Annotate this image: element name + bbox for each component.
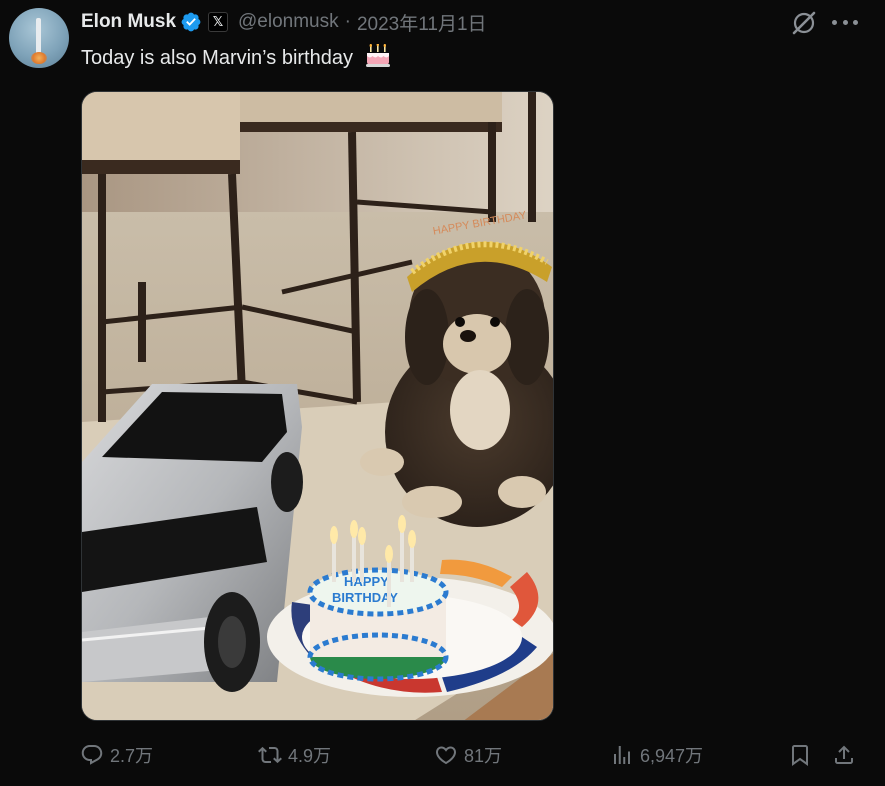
reply-button[interactable]: 2.7万	[80, 738, 153, 772]
author-avatar[interactable]	[9, 8, 69, 68]
tweet-text-content: Today is also Marvin’s birthday	[81, 47, 353, 69]
more-dot	[842, 19, 848, 25]
rocket-shape	[36, 18, 41, 54]
bookmark-button[interactable]	[788, 738, 812, 772]
heart-icon	[435, 746, 457, 765]
views-icon	[614, 746, 630, 764]
photo-scene: HAPPY BIRTHDAY HAPPY BIRTHDAY	[82, 92, 553, 720]
more-dot	[853, 19, 858, 25]
retweet-icon	[258, 746, 282, 764]
retweet-count: 4.9万	[288, 746, 332, 766]
table-edge-left	[82, 160, 240, 174]
verified-badge-icon[interactable]	[180, 11, 202, 33]
tweet-photo[interactable]: HAPPY BIRTHDAY HAPPY BIRTHDAY	[81, 91, 554, 721]
views-button[interactable]: 6,947万	[610, 738, 703, 772]
cake-lettering-line1: HAPPY	[344, 574, 389, 589]
header-separator: ·	[344, 11, 351, 32]
x-logo-icon[interactable]: 𝕏	[208, 12, 229, 32]
bookmark-icon	[792, 745, 808, 766]
tweet-date[interactable]: 2023年11月1日	[357, 9, 487, 36]
like-button[interactable]: 81万	[434, 738, 502, 772]
views-count: 6,947万	[640, 746, 704, 766]
more-icon[interactable]	[832, 10, 858, 34]
like-count: 81万	[464, 746, 503, 766]
rocket-flame-shape	[31, 52, 47, 64]
birthday-cake: HAPPY BIRTHDAY	[307, 567, 449, 682]
more-dot	[832, 19, 837, 25]
tweet-header: Elon Musk 𝕏 @elonmusk · 2023年11月1日	[81, 9, 487, 36]
author-handle[interactable]: @elonmusk	[238, 11, 339, 33]
retweet-button[interactable]: 4.9万	[258, 738, 331, 772]
share-button[interactable]	[832, 738, 856, 772]
grok-icon[interactable]	[790, 9, 818, 37]
tweet-text: Today is also Marvin’s birthday	[81, 44, 391, 70]
reply-icon	[81, 745, 103, 765]
tweet-actions: 2.7万 4.9万 81万 6,947万	[80, 738, 860, 772]
share-icon	[835, 745, 853, 764]
reply-count: 2.7万	[110, 746, 154, 766]
table-edge-right	[240, 122, 502, 132]
author-name[interactable]: Elon Musk	[81, 11, 176, 33]
birthday-cake-emoji-icon	[365, 44, 390, 67]
